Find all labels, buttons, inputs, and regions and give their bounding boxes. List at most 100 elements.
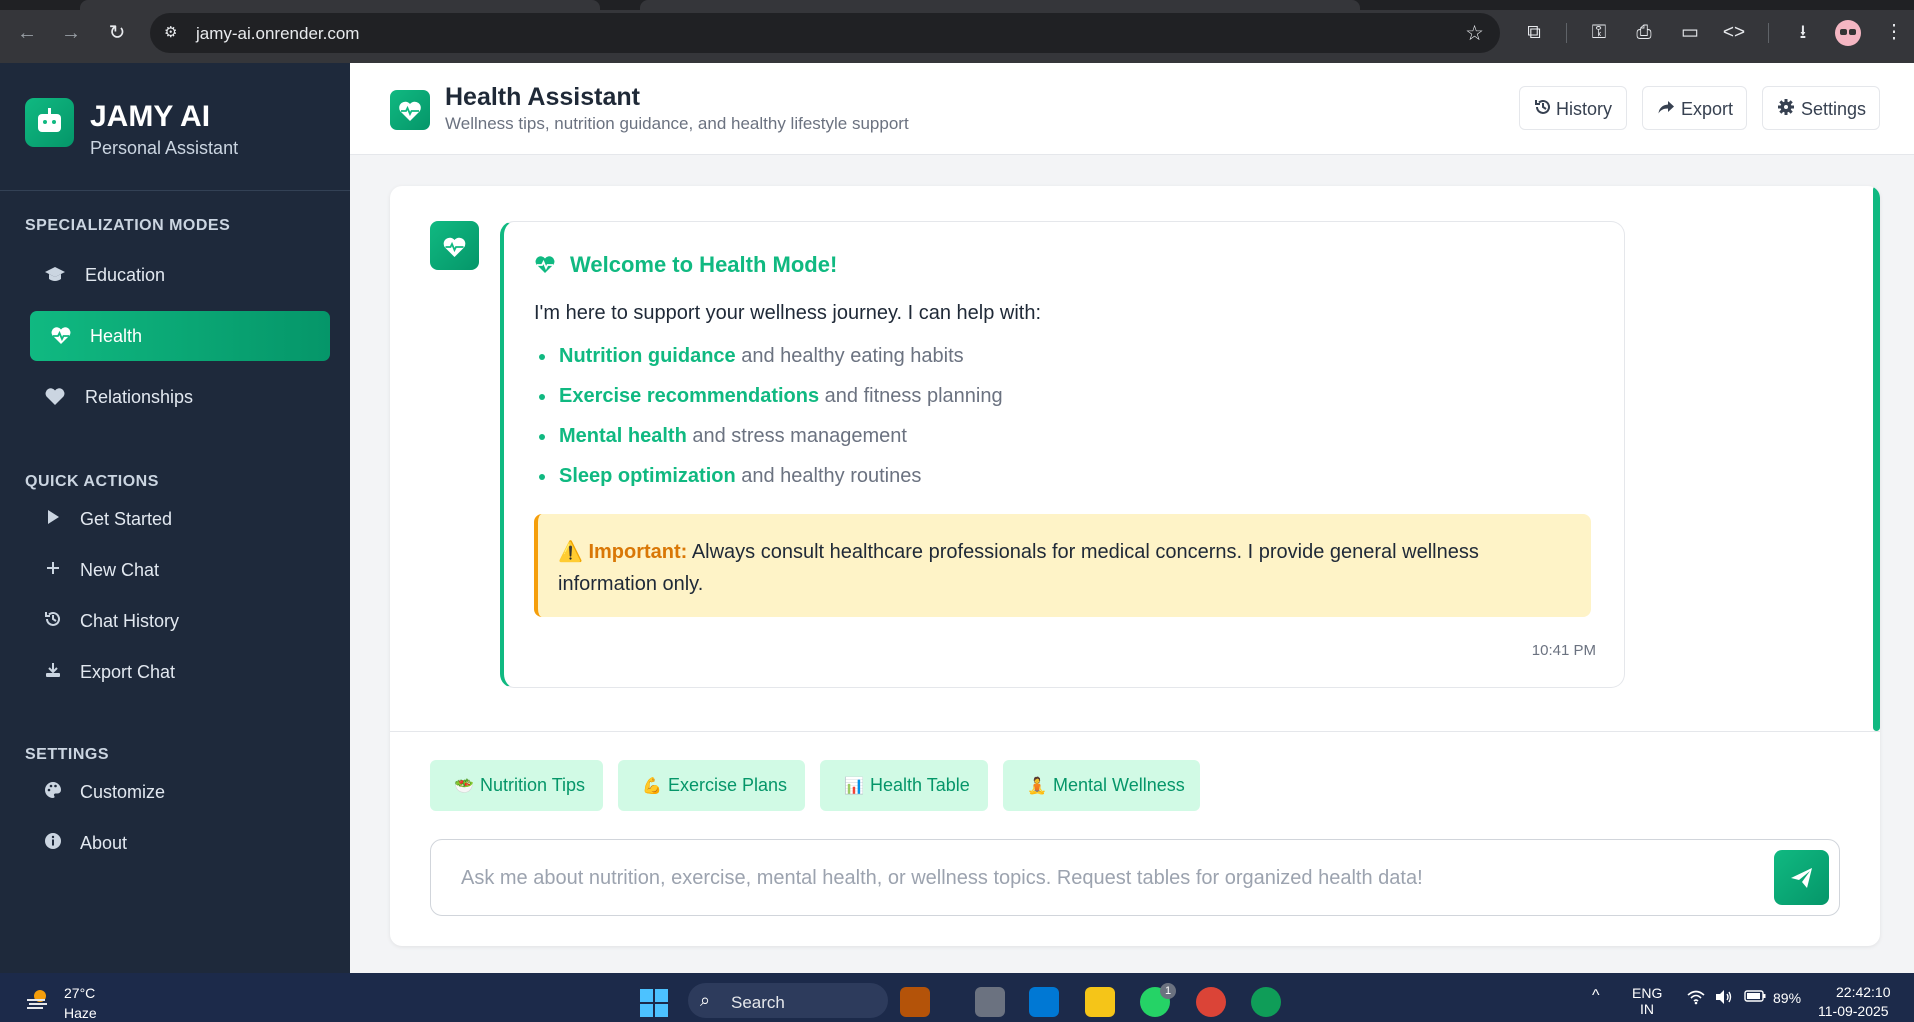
section-title-quick-actions: QUICK ACTIONS: [25, 473, 159, 490]
quick-action-get-started[interactable]: Get Started: [25, 499, 325, 539]
important-label: Important:: [588, 541, 688, 563]
battery-percent: 89%: [1773, 990, 1802, 1006]
file-explorer-icon[interactable]: [1085, 987, 1115, 1017]
suggestion-label: Exercise Plans: [668, 775, 788, 795]
robot-icon: [25, 98, 74, 147]
volume-icon[interactable]: [1714, 989, 1734, 1008]
assistant-avatar: [430, 221, 479, 270]
export-button[interactable]: Export: [1642, 86, 1747, 130]
warning-icon: ⚠️: [558, 541, 583, 563]
settings-item-label: About: [80, 833, 128, 853]
url-text[interactable]: jamy-ai.onrender.com: [196, 24, 359, 44]
meditation-icon: 🧘: [1027, 778, 1047, 795]
wifi-icon[interactable]: [1686, 989, 1706, 1008]
suggestion-nutrition-tips[interactable]: 🥗 Nutrition Tips: [430, 760, 603, 811]
send-button[interactable]: [1774, 850, 1829, 905]
browser-tab[interactable]: [80, 0, 600, 10]
panel-divider: [390, 731, 1880, 732]
salad-icon: 🥗: [454, 778, 474, 795]
sidebar-item-health[interactable]: Health: [30, 311, 330, 361]
reload-icon[interactable]: ↻: [104, 20, 130, 46]
page-header: Health Assistant Wellness tips, nutritio…: [350, 63, 1914, 155]
settings-item-customize[interactable]: Customize: [25, 772, 325, 812]
chrome-profile-icon[interactable]: [1251, 987, 1281, 1017]
message-intro: I'm here to support your wellness journe…: [534, 302, 1042, 324]
chat-scrollbar[interactable]: [1873, 186, 1880, 731]
suggestion-exercise-plans[interactable]: 💪 Exercise Plans: [618, 760, 805, 811]
heartbeat-icon: [50, 325, 72, 347]
quick-action-chat-history[interactable]: Chat History: [25, 601, 325, 641]
key-icon[interactable]: ⚿: [1585, 19, 1613, 47]
sidebar-item-relationships[interactable]: Relationships: [30, 372, 330, 422]
flexed-bicep-icon: 💪: [642, 778, 662, 795]
suggestion-health-table[interactable]: 📊 Health Table: [820, 760, 988, 811]
paper-plane-icon: [1791, 868, 1812, 888]
sidebar-item-label: Relationships: [85, 387, 194, 407]
message-timestamp: 10:41 PM: [1531, 642, 1596, 659]
suggestion-mental-wellness[interactable]: 🧘 Mental Wellness: [1003, 760, 1200, 811]
address-bar[interactable]: ⚙ jamy-ai.onrender.com ☆: [150, 13, 1500, 53]
profile-avatar[interactable]: [1835, 20, 1861, 46]
forward-icon[interactable]: →: [58, 20, 84, 46]
suggestion-label: Health Table: [870, 775, 970, 795]
section-title-settings: SETTINGS: [25, 746, 110, 763]
taskbar-search-label: Search: [731, 993, 785, 1012]
chat-panel: Welcome to Health Mode! I'm here to supp…: [390, 186, 1880, 946]
quick-action-new-chat[interactable]: New Chat: [25, 550, 325, 590]
suggestion-label: Nutrition Tips: [480, 775, 586, 795]
print-icon[interactable]: ⎙: [1630, 19, 1658, 47]
search-icon: ⌕: [700, 990, 711, 1010]
message-title: Welcome to Health Mode!: [570, 252, 838, 277]
sidebar-item-education[interactable]: Education: [30, 250, 330, 300]
vscode-icon[interactable]: [1029, 987, 1059, 1017]
toolbar-divider: [1566, 23, 1567, 43]
history-button[interactable]: History: [1519, 86, 1627, 130]
palette-icon: [43, 781, 63, 801]
browser-tab[interactable]: [640, 0, 1360, 10]
copilot-app-icon[interactable]: [900, 987, 930, 1017]
back-icon[interactable]: ←: [14, 20, 40, 46]
important-notice: ⚠️ Important: Always consult healthcare …: [534, 514, 1591, 617]
settings-item-about[interactable]: About: [25, 823, 325, 863]
page-title: Health Assistant: [445, 83, 640, 111]
download-icon[interactable]: ⭳: [1789, 19, 1817, 47]
list-item: Nutrition guidance and healthy eating ha…: [539, 345, 964, 367]
battery-icon[interactable]: [1744, 989, 1766, 1006]
download-icon: [43, 661, 63, 681]
settings-button[interactable]: Settings: [1762, 86, 1880, 130]
task-view-icon[interactable]: [975, 987, 1005, 1017]
sidebar: JAMY AI Personal Assistant SPECIALIZATIO…: [0, 63, 350, 973]
clock-time[interactable]: 22:42:10: [1836, 984, 1891, 1000]
quick-action-export-chat[interactable]: Export Chat: [25, 652, 325, 692]
language-indicator[interactable]: ENG IN: [1632, 985, 1662, 1017]
list-item: Mental health and stress management: [539, 425, 907, 447]
sidebar-divider: [0, 190, 350, 191]
weather-condition: Haze: [64, 1005, 97, 1021]
plus-icon: [43, 559, 63, 579]
windows-start-icon[interactable]: [640, 989, 668, 1017]
browser-toolbar: ← → ↻ ⚙ jamy-ai.onrender.com ☆ ⧉ ⚿ ⎙ ▭ <…: [0, 0, 1914, 63]
important-body: Always consult healthcare professionals …: [558, 541, 1479, 595]
quick-action-label: Chat History: [80, 611, 180, 631]
brand-title: JAMY AI: [90, 100, 211, 133]
play-icon: [43, 508, 63, 528]
menu-icon[interactable]: ⋮: [1880, 19, 1908, 47]
devices-icon[interactable]: ▭: [1676, 19, 1704, 47]
weather-haze-icon[interactable]: [25, 988, 51, 1009]
heartbeat-icon: [534, 255, 555, 275]
notification-badge: 1: [1160, 983, 1176, 999]
chrome-icon[interactable]: [1196, 987, 1226, 1017]
taskbar-search[interactable]: ⌕ Search: [688, 983, 888, 1018]
clock-date[interactable]: 11-09-2025: [1818, 1003, 1889, 1019]
gear-icon: [1777, 98, 1795, 121]
chat-input[interactable]: [461, 862, 1561, 894]
heartbeat-icon: [390, 90, 430, 130]
heart-icon: [44, 386, 66, 408]
extensions-icon[interactable]: ⧉: [1520, 19, 1548, 47]
chevron-up-icon[interactable]: ^: [1592, 987, 1600, 1005]
bookmark-star-icon[interactable]: ☆: [1465, 21, 1484, 46]
code-icon[interactable]: <>: [1720, 19, 1748, 47]
page-subtitle: Wellness tips, nutrition guidance, and h…: [445, 114, 909, 133]
graduation-cap-icon: [44, 264, 66, 286]
site-info-icon[interactable]: ⚙: [164, 23, 184, 43]
